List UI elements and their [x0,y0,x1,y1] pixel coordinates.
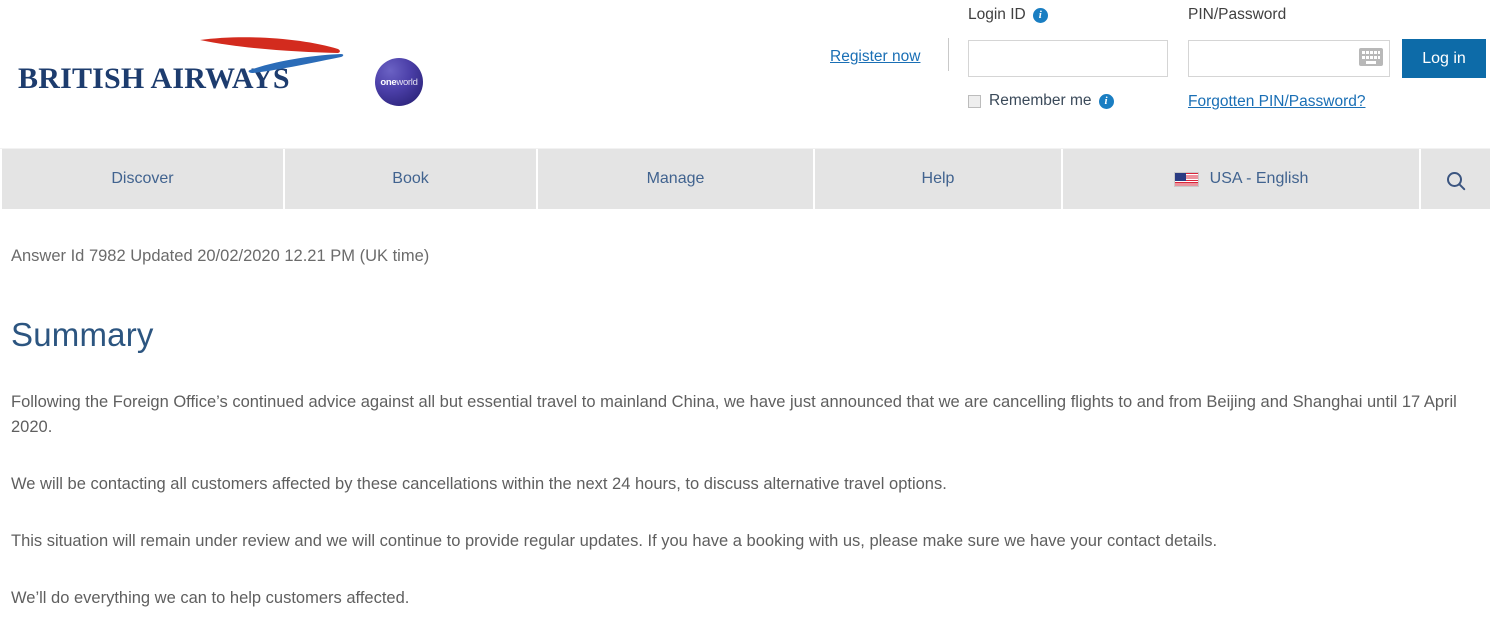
oneworld-label: oneworld [380,77,417,88]
nav-search-button[interactable] [1421,149,1488,209]
nav-item-discover[interactable]: Discover [0,149,285,209]
login-id-info-icon[interactable]: i [1033,8,1048,23]
article-paragraph: We’ll do everything we can to help custo… [11,554,1463,611]
nav-item-label: Discover [111,170,173,188]
article-paragraph: We will be contacting all customers affe… [11,440,1463,497]
log-in-button[interactable]: Log in [1402,39,1486,78]
article-content: Answer Id 7982 Updated 20/02/2020 12.21 … [0,209,1490,611]
pin-password-field-wrap [1188,40,1390,77]
pin-password-label: PIN/Password [1188,6,1286,24]
page-title: Summary [11,266,1479,354]
nav-item-label: Manage [647,170,705,188]
british-airways-logo[interactable]: BRITISH AIRWAYS oneworld [18,24,438,94]
oneworld-alliance-logo[interactable]: oneworld [375,58,423,106]
nav-item-manage[interactable]: Manage [538,149,815,209]
article-paragraph: Following the Foreign Office’s continued… [11,354,1463,440]
remember-me-checkbox[interactable] [968,95,981,108]
speedmarque-icon [198,32,348,77]
login-divider [948,38,949,71]
page-header: BRITISH AIRWAYS oneworld Login ID i PIN/P… [0,0,1490,148]
remember-me-group: Remember me i [968,92,1114,110]
login-id-input[interactable] [968,40,1168,77]
forgotten-pin-password-link[interactable]: Forgotten PIN/Password? [1188,93,1365,111]
answer-meta-text: Answer Id 7982 Updated 20/02/2020 12.21 … [11,247,1479,266]
remember-me-label: Remember me [989,92,1092,110]
register-now-link[interactable]: Register now [830,48,920,66]
nav-item-label: Book [392,170,428,188]
language-label: USA - English [1210,170,1309,188]
nav-item-help[interactable]: Help [815,149,1063,209]
login-id-label: Login ID i [968,6,1048,24]
nav-item-book[interactable]: Book [285,149,538,209]
article-paragraph: This situation will remain under review … [11,497,1463,554]
remember-me-info-icon[interactable]: i [1099,94,1114,109]
login-id-label-text: Login ID [968,6,1026,23]
pin-password-input[interactable] [1189,41,1357,76]
keyboard-row [1362,61,1380,64]
login-area: Login ID i PIN/Password Register now Log … [830,0,1490,130]
search-icon [1447,172,1462,187]
nav-item-label: Help [922,170,955,188]
keyboard-row [1362,51,1380,54]
main-navigation: Discover Book Manage Help USA - English [0,148,1490,209]
keyboard-row [1362,56,1380,59]
nav-item-language-selector[interactable]: USA - English [1063,149,1421,209]
usa-flag-icon [1174,172,1199,187]
on-screen-keyboard-icon[interactable] [1359,48,1383,66]
